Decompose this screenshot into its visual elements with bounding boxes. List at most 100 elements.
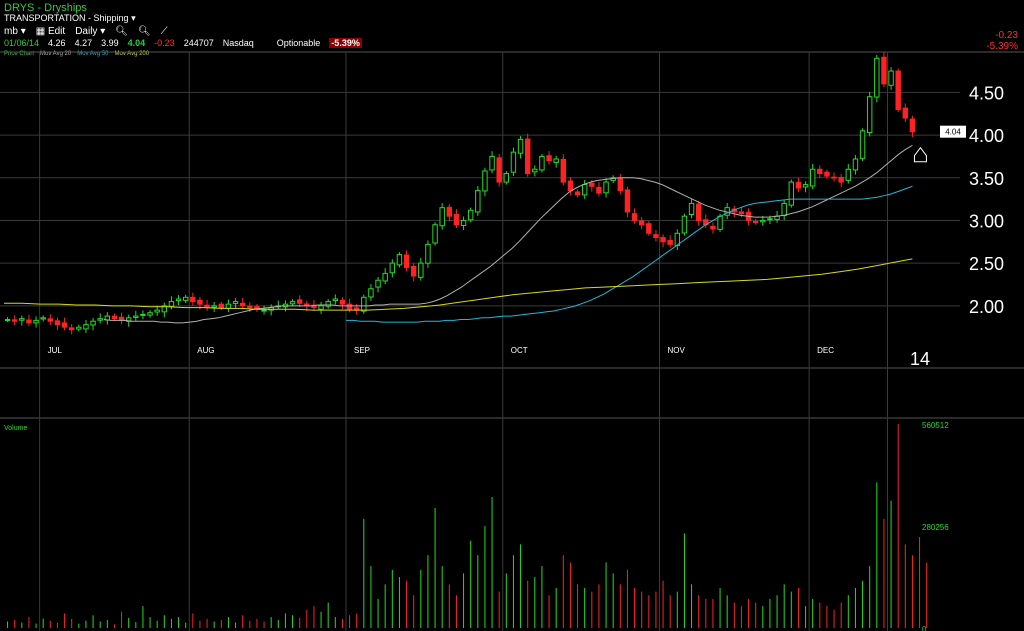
candle-body [760,219,766,223]
candle-body [346,303,353,310]
candle-body [553,158,559,163]
candle-body [881,56,887,85]
candle-body [190,296,196,303]
candle-body [467,209,474,221]
candle-body [168,301,175,307]
candle-body [845,168,852,181]
candle-body [838,176,844,183]
candle-body [396,254,403,266]
month-label: NOV [668,346,686,355]
candle-body [247,305,253,309]
volume-tick-label: 0 [922,625,927,631]
grid-lines [0,51,1024,631]
candle-body [133,315,139,318]
candle-body [19,318,25,321]
candle-body [332,298,339,302]
candle-body [239,302,246,307]
candle-body [26,319,32,324]
candle-body [517,138,524,154]
price-tick-label: 4.00 [969,126,1004,146]
candle-body [524,138,531,175]
price-volume-chart[interactable]: 2.00 2.50 3.00 3.50 4.00 4.50 JUL AUG SEP OCT NOV D… [0,0,1024,631]
candle-body [596,186,602,194]
candle-body [432,224,438,244]
candle-body [688,202,695,216]
candle-body [61,322,68,328]
candle-body [824,171,830,177]
candle-body [296,299,303,304]
candle-body [76,326,82,330]
candle-body [546,155,552,162]
candle-body [489,155,495,171]
candle-body [809,168,816,187]
candle-body [83,324,89,330]
month-label: OCT [511,346,528,355]
candle-body [90,320,96,326]
candle-body [140,313,146,316]
candle-body [339,299,346,305]
candle-body [361,296,367,312]
candle-body [40,317,46,320]
candle-body [232,301,239,304]
candle-body [11,319,18,322]
candle-body [695,203,702,221]
month-label: JUL [48,346,63,355]
candle-body [446,206,453,217]
price-tick-label: 2.50 [969,254,1004,274]
candle-body [47,318,54,322]
candle-body [560,158,567,183]
candle-body [389,262,396,274]
candle-body [532,168,538,173]
candle-body [646,223,652,234]
candle-body [218,303,225,309]
candle-body [667,239,673,245]
candle-body [175,298,182,302]
candle-body [33,319,39,324]
candle-body [717,215,723,230]
candle-body [638,220,645,226]
price-tick-label: 3.50 [969,169,1004,189]
candle-body [567,180,574,192]
candle-body [4,319,11,322]
candle-body [318,305,324,310]
candle-body [581,184,588,196]
candle-body [475,190,481,213]
month-label: SEP [354,346,370,355]
ma-line-0 [103,144,913,324]
candle-body [54,320,61,326]
candle-body [660,237,666,243]
candle-body [453,214,460,226]
price-tick-label: 3.00 [969,211,1004,231]
price-tick-label: 2.00 [969,297,1004,317]
candle-body [589,182,595,187]
candle-body [802,184,809,188]
last-price-tag: 4.04 [945,128,961,137]
month-label: DEC [817,346,834,355]
alert-marker-icon [913,146,927,163]
candle-body [859,130,866,159]
candle-body [261,309,267,312]
volume-bars [7,424,928,628]
moving-average-lines [4,144,913,324]
candle-body [539,155,545,171]
price-tick-label: 4.50 [969,83,1004,103]
candle-body [574,191,581,196]
volume-panel-label: Volume [4,425,27,432]
volume-tick-label: 280256 [922,523,949,532]
candle-body [631,213,638,221]
candle-body [831,176,837,179]
candle-body [97,318,103,321]
candle-body [147,312,153,316]
candle-body [154,309,160,313]
candle-body [866,96,873,134]
candle-body [817,168,823,175]
candle-body [182,296,189,301]
candle-body [752,221,759,224]
candle-body [795,181,802,189]
month-label: AUG [197,346,214,355]
candle-body [403,254,410,268]
candle-body [767,218,773,221]
candle-body [902,107,909,119]
candle-body [624,189,631,213]
ma-line-2 [4,258,913,311]
